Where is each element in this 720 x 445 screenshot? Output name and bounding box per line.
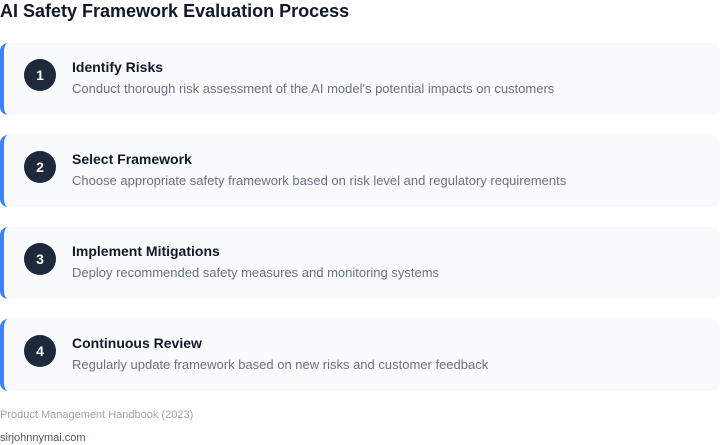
step-heading: Select Framework [72, 151, 192, 167]
step-description: Regularly update framework based on new … [72, 357, 489, 372]
step-number-badge: 2 [24, 151, 56, 183]
step-heading: Continuous Review [72, 335, 202, 351]
step-card-3: 3 Implement Mitigations Deploy recommend… [0, 227, 720, 299]
step-number-badge: 3 [24, 243, 56, 275]
step-card-1: 1 Identify Risks Conduct thorough risk a… [0, 43, 720, 115]
step-number-badge: 1 [24, 59, 56, 91]
step-heading: Implement Mitigations [72, 243, 220, 259]
step-description: Deploy recommended safety measures and m… [72, 265, 440, 280]
step-heading: Identify Risks [72, 59, 164, 75]
site-credit: sirjohnnymai.com [0, 432, 86, 444]
page: AI Safety Framework Evaluation Process 1… [0, 0, 720, 445]
page-title: AI Safety Framework Evaluation Process [0, 1, 350, 21]
source-citation: Product Management Handbook (2023) [0, 409, 194, 421]
step-card-4: 4 Continuous Review Regularly update fra… [0, 319, 720, 391]
step-number-badge: 4 [24, 335, 56, 367]
step-card-2: 2 Select Framework Choose appropriate sa… [0, 135, 720, 207]
step-description: Conduct thorough risk assessment of the … [72, 81, 555, 96]
step-description: Choose appropriate safety framework base… [72, 173, 567, 188]
process-steps: 1 Identify Risks Conduct thorough risk a… [0, 43, 720, 411]
